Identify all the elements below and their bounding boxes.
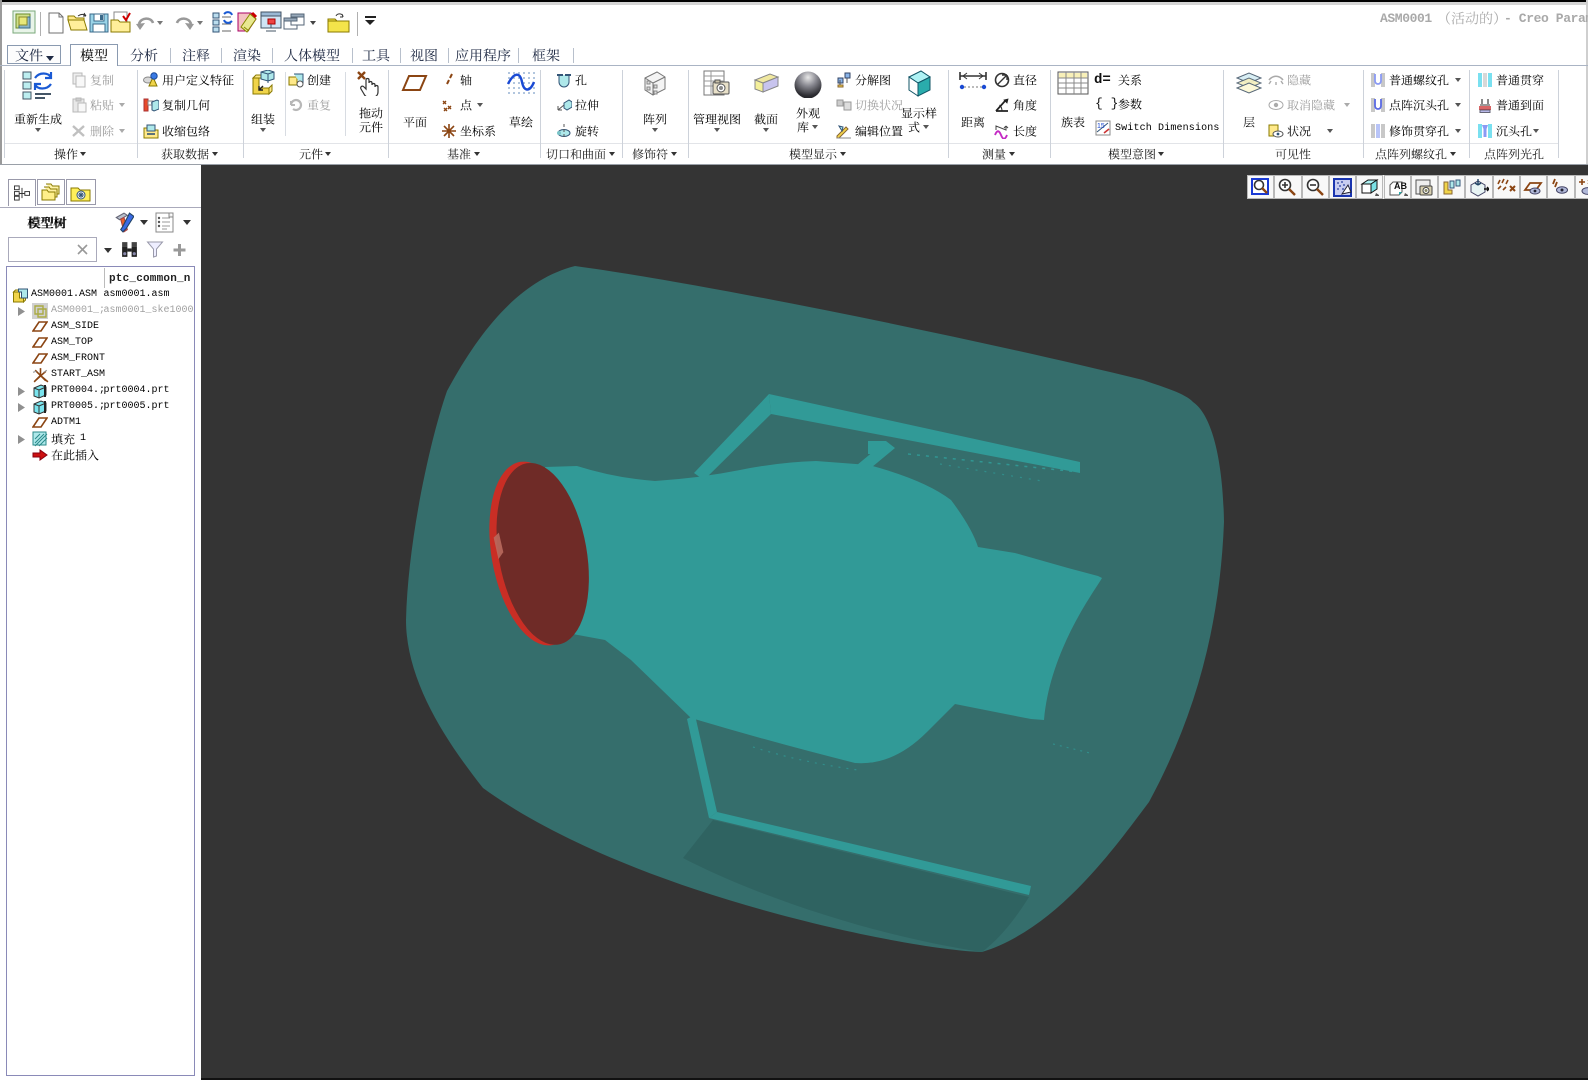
svg-text:15: 15 bbox=[1097, 123, 1105, 130]
svg-text:AB: AB bbox=[1394, 181, 1407, 191]
